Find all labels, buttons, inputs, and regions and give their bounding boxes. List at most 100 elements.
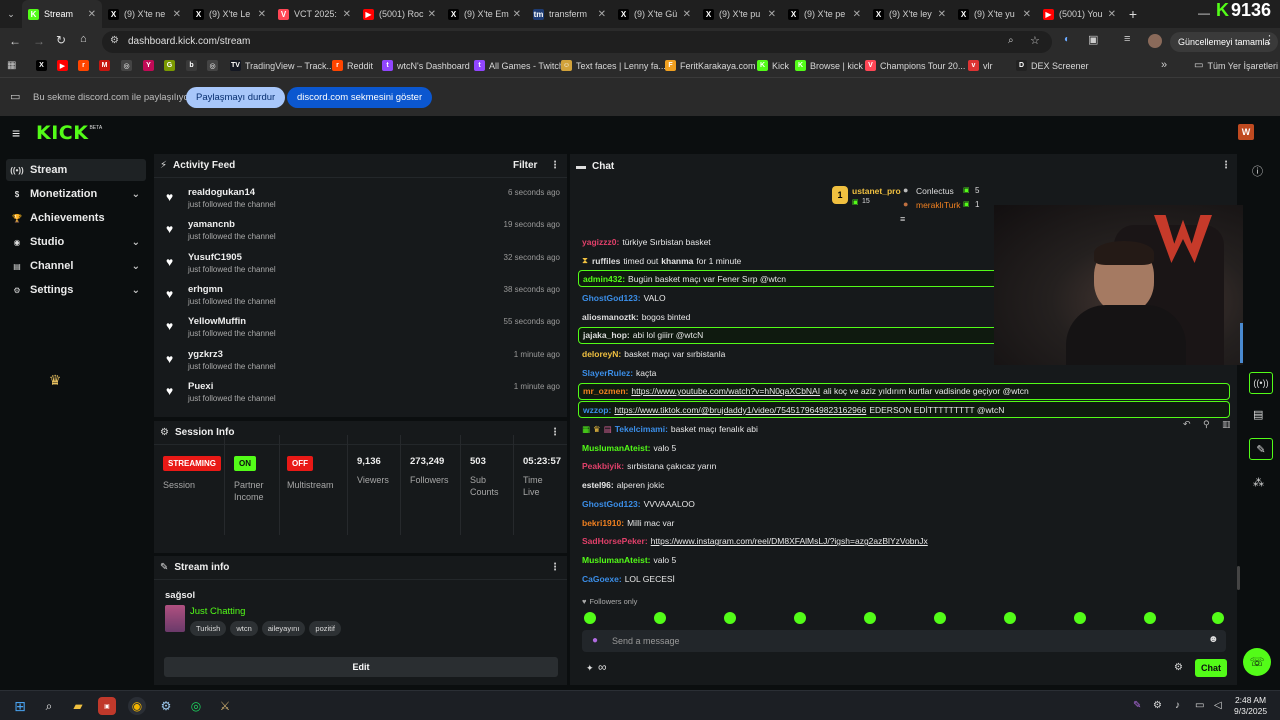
- follower-name[interactable]: YellowMuffin: [188, 316, 246, 327]
- chat-message[interactable]: CaGoexe: LOL GECESİ: [578, 570, 1230, 588]
- microphone-tray-icon[interactable]: ♪: [1175, 700, 1180, 711]
- chat-message[interactable]: SadHorsePeker: https://www.instagram.com/…: [578, 532, 1230, 550]
- emote-icon[interactable]: [1074, 612, 1086, 624]
- browser-tab[interactable]: X (9) X'te Gü ✕: [612, 0, 697, 28]
- close-tab-icon[interactable]: ✕: [1023, 9, 1031, 20]
- close-tab-icon[interactable]: ✕: [1108, 9, 1116, 20]
- address-bar[interactable]: ⚙ dashboard.kick.com/stream ⌕ ☆: [102, 31, 1052, 53]
- back-icon[interactable]: ←: [9, 34, 21, 48]
- chat-username[interactable]: jajaka_hop:: [583, 330, 630, 340]
- chat-username[interactable]: wzzop:: [583, 405, 611, 415]
- all-bookmarks[interactable]: ▭ Tüm Yer İşaretleri: [1194, 60, 1278, 71]
- browser-tab[interactable]: K Stream ✕: [22, 0, 102, 28]
- emote-icon[interactable]: [654, 612, 666, 624]
- home-icon[interactable]: ⌂: [80, 33, 87, 45]
- chat-message[interactable]: Peakbiyik: sırbistana çakıcaz yarın: [578, 457, 1230, 475]
- bookmark-item[interactable]: r Reddit: [332, 60, 373, 71]
- bookmark-item[interactable]: t wtcN's Dashboard: [382, 60, 470, 71]
- bookmark-item[interactable]: G: [164, 60, 179, 71]
- microphone-icon[interactable]: ●: [592, 635, 598, 646]
- bookmark-item[interactable]: Y: [143, 60, 158, 71]
- emote-icon[interactable]: [1144, 612, 1156, 624]
- chat-username[interactable]: aliosmanoztk:: [582, 312, 639, 322]
- network-icon[interactable]: ▭: [1195, 700, 1204, 711]
- sidebar-item-studio[interactable]: ◉ Studio ⌄: [6, 231, 146, 253]
- more-vertical-icon[interactable]: ⋮: [1221, 160, 1231, 171]
- kick-logo[interactable]: KICK BETA: [36, 122, 102, 144]
- profile-avatar[interactable]: [1148, 34, 1162, 48]
- close-tab-icon[interactable]: ✕: [768, 9, 776, 20]
- stream-tag[interactable]: wtcn: [230, 621, 258, 636]
- browser-tab[interactable]: V VCT 2025: ✕: [272, 0, 357, 28]
- sidebar-item-monetization[interactable]: $ Monetization ⌄: [6, 183, 146, 205]
- category-name[interactable]: Just Chatting: [190, 606, 245, 617]
- edit-button[interactable]: Edit: [164, 657, 558, 677]
- volume-icon[interactable]: ◁: [1214, 700, 1222, 711]
- bookmark-item[interactable]: M: [99, 60, 114, 71]
- chat-message[interactable]: MuslumanAteist: valo 5: [578, 439, 1230, 457]
- forward-icon[interactable]: →: [33, 34, 45, 48]
- close-tab-icon[interactable]: ✕: [88, 9, 96, 20]
- chat-scrollbar[interactable]: [1237, 566, 1240, 590]
- more-vertical-icon[interactable]: ⋮: [550, 160, 560, 171]
- tab-search-button[interactable]: ⌄: [0, 0, 22, 28]
- follower-name[interactable]: YusufC1905: [188, 252, 242, 263]
- close-tab-icon[interactable]: ✕: [343, 9, 351, 20]
- crown-logo-icon[interactable]: ♛: [44, 372, 66, 390]
- more-vertical-icon[interactable]: ⋮: [550, 427, 560, 438]
- timed-out-user[interactable]: khanma: [661, 256, 693, 266]
- chat-link[interactable]: https://www.youtube.com/watch?v=hN0qaXCb…: [631, 386, 820, 396]
- stream-tag[interactable]: aileyayını: [261, 621, 306, 636]
- search-icon[interactable]: ⌕: [40, 697, 58, 715]
- apps-grid-icon[interactable]: ▦: [7, 60, 16, 71]
- follower-name[interactable]: Puexi: [188, 381, 213, 392]
- chat-username[interactable]: ruffiles: [592, 256, 620, 266]
- update-button[interactable]: Güncellemeyi tamamla: [1170, 32, 1278, 52]
- close-tab-icon[interactable]: ✕: [853, 9, 861, 20]
- tools-icon[interactable]: ✎: [1249, 438, 1273, 460]
- bookmark-item[interactable]: v vlr: [968, 60, 993, 71]
- profile-avatar-icon[interactable]: W: [1238, 124, 1254, 140]
- bookmark-item[interactable]: X: [36, 60, 51, 71]
- send-chat-button[interactable]: Chat: [1195, 659, 1227, 677]
- bookmark-item[interactable]: r: [78, 60, 93, 71]
- bookmarks-more[interactable]: »: [1161, 59, 1167, 71]
- follower-name[interactable]: yamancnb: [188, 219, 235, 230]
- close-tab-icon[interactable]: ✕: [683, 9, 691, 20]
- show-tab-button[interactable]: discord.com sekmesini göster: [287, 87, 433, 108]
- chat-username[interactable]: SadHorsePeker:: [582, 536, 648, 546]
- league-icon[interactable]: ⚔: [216, 697, 234, 715]
- chat-username[interactable]: deloreyN:: [582, 349, 621, 359]
- menu-dots-icon[interactable]: ⋮: [1264, 33, 1275, 46]
- site-info-icon[interactable]: ⚙: [110, 35, 119, 46]
- emote-icon[interactable]: [584, 612, 596, 624]
- browser-tab[interactable]: X (9) X'te ley ✕: [867, 0, 952, 28]
- extensions-puzzle-icon[interactable]: ▣: [1088, 33, 1098, 46]
- spotify-icon[interactable]: ◎: [187, 697, 205, 715]
- emote-icon[interactable]: [1212, 612, 1224, 624]
- pen-icon[interactable]: ✎: [1133, 700, 1141, 711]
- new-tab-button[interactable]: +: [1122, 6, 1144, 22]
- app-icon[interactable]: ▣: [98, 697, 116, 715]
- bookmark-item[interactable]: ☺ Text faces | Lenny fa...: [561, 60, 666, 71]
- clock[interactable]: 2:48 AM 9/3/2025: [1234, 695, 1267, 717]
- browser-tab[interactable]: ▶ (5001) You ✕: [1037, 0, 1122, 28]
- support-chat-button[interactable]: ☏: [1243, 648, 1271, 676]
- sidebar-item-achievements[interactable]: 🏆 Achievements: [6, 207, 146, 229]
- bookmark-item[interactable]: t All Games - Twitch: [474, 60, 564, 71]
- chat-settings-icon[interactable]: ⚙: [1174, 662, 1183, 673]
- stop-sharing-button[interactable]: Paylaşmayı durdur: [186, 87, 286, 108]
- bookmark-item[interactable]: D DEX Screener: [1016, 60, 1089, 71]
- chat-username[interactable]: MuslumanAteist:: [582, 443, 650, 453]
- browser-tab[interactable]: X (9) X'te Em ✕: [442, 0, 527, 28]
- chat-username[interactable]: MuslumanAteist:: [582, 555, 650, 565]
- follower-name[interactable]: erhgmn: [188, 284, 223, 295]
- browser-tab[interactable]: ▶ (5001) Roc ✕: [357, 0, 442, 28]
- emote-icon[interactable]: [794, 612, 806, 624]
- bookmark-item[interactable]: ◎: [121, 60, 136, 71]
- emote-icon[interactable]: [1004, 612, 1016, 624]
- layout-icon[interactable]: ▤: [1253, 408, 1263, 421]
- reload-icon[interactable]: ↻: [56, 33, 66, 47]
- bookmark-item[interactable]: ▶: [57, 60, 72, 71]
- chat-username[interactable]: bekri1910:: [582, 518, 624, 528]
